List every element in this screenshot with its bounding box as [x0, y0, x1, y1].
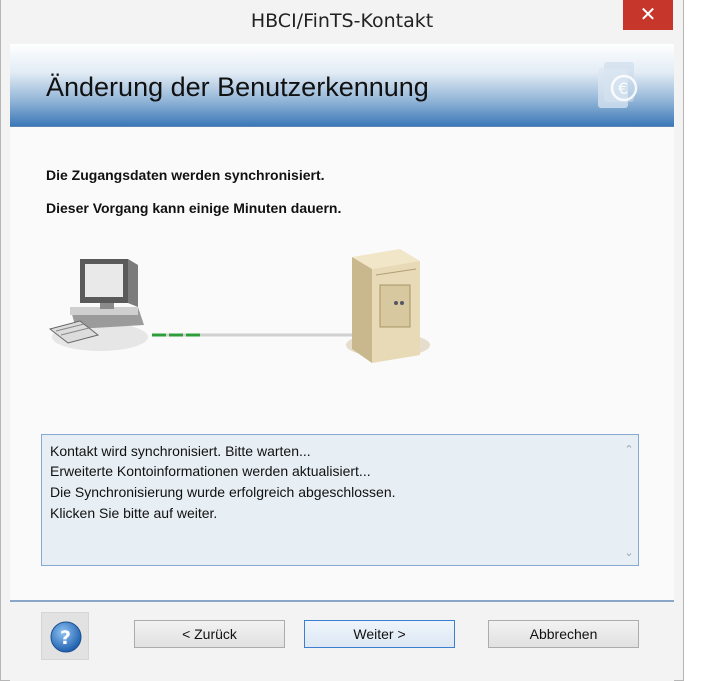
log-output[interactable]: Kontakt wird synchronisiert. Bitte warte… [41, 434, 639, 566]
status-message: Die Zugangsdaten werden synchronisiert. [46, 167, 325, 183]
screen: HBCI/FinTS-Kontakt ✕ Änderung der Benutz… [0, 0, 709, 681]
cancel-button[interactable]: Abbrechen [488, 620, 639, 648]
header-banner: Änderung der Benutzerkennung € [10, 44, 674, 127]
log-line: Kontakt wird synchronisiert. Bitte warte… [50, 443, 311, 459]
euro-document-icon: € [598, 62, 638, 108]
title-bar: HBCI/FinTS-Kontakt ✕ [1, 0, 683, 44]
help-icon: ? [50, 621, 82, 653]
log-line: Die Synchronisierung wurde erfolgreich a… [50, 484, 396, 500]
hbci-dialog: HBCI/FinTS-Kontakt ✕ Änderung der Benutz… [0, 0, 684, 681]
svg-text:?: ? [60, 627, 71, 649]
server-icon [346, 249, 430, 363]
back-button[interactable]: < Zurück [134, 620, 285, 648]
log-line: Erweiterte Kontoinformationen werden akt… [50, 463, 371, 479]
svg-text:€: € [618, 79, 628, 98]
next-button[interactable]: Weiter > [304, 620, 455, 648]
help-button[interactable]: ? [41, 612, 89, 660]
scroll-up-icon[interactable]: ⌃ [620, 443, 638, 456]
sync-illustration [48, 249, 430, 363]
close-button[interactable]: ✕ [623, 0, 673, 30]
desktop-computer-icon [48, 259, 148, 351]
content-area: Die Zugangsdaten werden synchronisiert. … [10, 127, 674, 600]
duration-message: Dieser Vorgang kann einige Minuten dauer… [46, 200, 342, 216]
scroll-down-icon[interactable]: ⌄ [620, 546, 638, 559]
log-line: Klicken Sie bitte auf weiter. [50, 505, 218, 521]
page-title: Änderung der Benutzerkennung [46, 72, 429, 102]
log-scrollbar[interactable]: ⌃ ⌄ [620, 435, 638, 565]
button-bar: ? < Zurück Weiter > Abbrechen [10, 600, 674, 681]
window-title: HBCI/FinTS-Kontakt [250, 10, 434, 32]
